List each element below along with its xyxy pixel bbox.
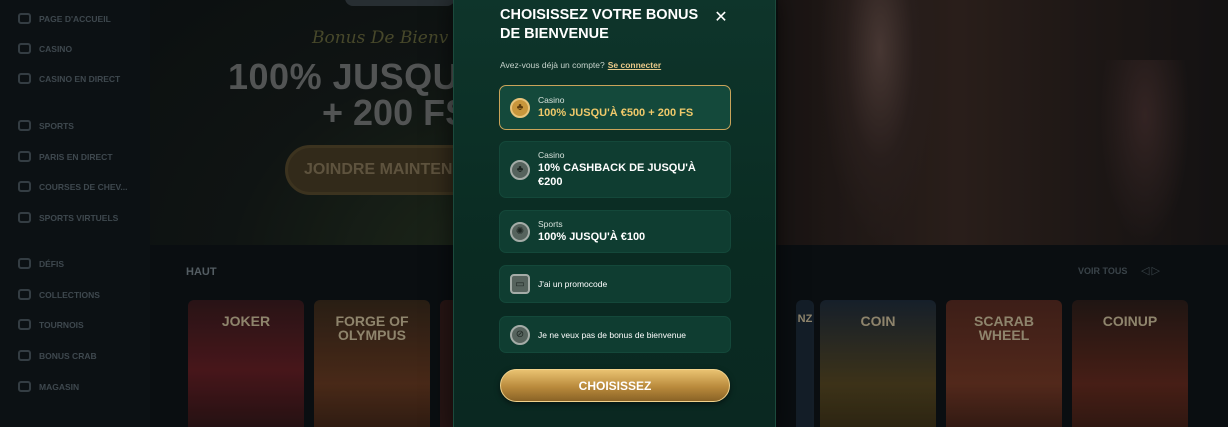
bonus-category: Casino [538, 150, 565, 160]
bonus-value: 10% CASHBACK DE JUSQU'À €200 [538, 162, 696, 188]
login-link[interactable]: Se connecter [608, 60, 661, 70]
close-button[interactable]: ✕ [712, 8, 730, 26]
bonus-option-casino-welcome[interactable]: ♣ Casino 100% JUSQU'À €500 + 200 FS [499, 85, 731, 130]
no-bonus-icon: ⊘ [510, 324, 530, 345]
bonus-category: Casino [538, 95, 565, 105]
bonus-option-text: Sports 100% JUSQU'À €100 [538, 219, 645, 244]
bonus-option-sports[interactable]: ✺ Sports 100% JUSQU'À €100 [499, 210, 731, 253]
welcome-bonus-modal: CHOISISSEZ VOTRE BONUS DE BIENVENUE ✕ Av… [453, 0, 776, 427]
bonus-option-promocode[interactable]: ▭ J'ai un promocode [499, 265, 731, 303]
page: PAGE D'ACCUEIL CASINO CASINO EN DIRECT S… [0, 0, 1228, 427]
choose-button[interactable]: CHOISISSEZ [500, 369, 730, 402]
close-icon[interactable]: ✕ [714, 7, 727, 27]
login-prompt-row: Avez-vous déjà un compte? Se connecter [500, 60, 661, 70]
cherry-icon: ♣ [510, 159, 530, 180]
bonus-option-text: Casino 10% CASHBACK DE JUSQU'À €200 [538, 150, 720, 189]
bonus-option-no-bonus[interactable]: ⊘ Je ne veux pas de bonus de bienvenue [499, 316, 731, 353]
soccer-ball-icon: ✺ [510, 221, 530, 242]
bonus-category: Sports [538, 219, 563, 229]
login-prompt: Avez-vous déjà un compte? [500, 60, 605, 70]
bonus-option-casino-cashback[interactable]: ♣ Casino 10% CASHBACK DE JUSQU'À €200 [499, 141, 731, 198]
bonus-value: 100% JUSQU'À €500 + 200 FS [538, 107, 694, 119]
ticket-icon: ▭ [510, 274, 530, 294]
cherry-icon: ♣ [510, 97, 530, 118]
bonus-value: 100% JUSQU'À €100 [538, 231, 646, 243]
bonus-option-label: Je ne veux pas de bonus de bienvenue [538, 329, 686, 340]
bonus-option-text: Casino 100% JUSQU'À €500 + 200 FS [538, 95, 693, 120]
modal-title: CHOISISSEZ VOTRE BONUS DE BIENVENUE [500, 7, 699, 42]
bonus-option-label: J'ai un promocode [538, 279, 608, 289]
